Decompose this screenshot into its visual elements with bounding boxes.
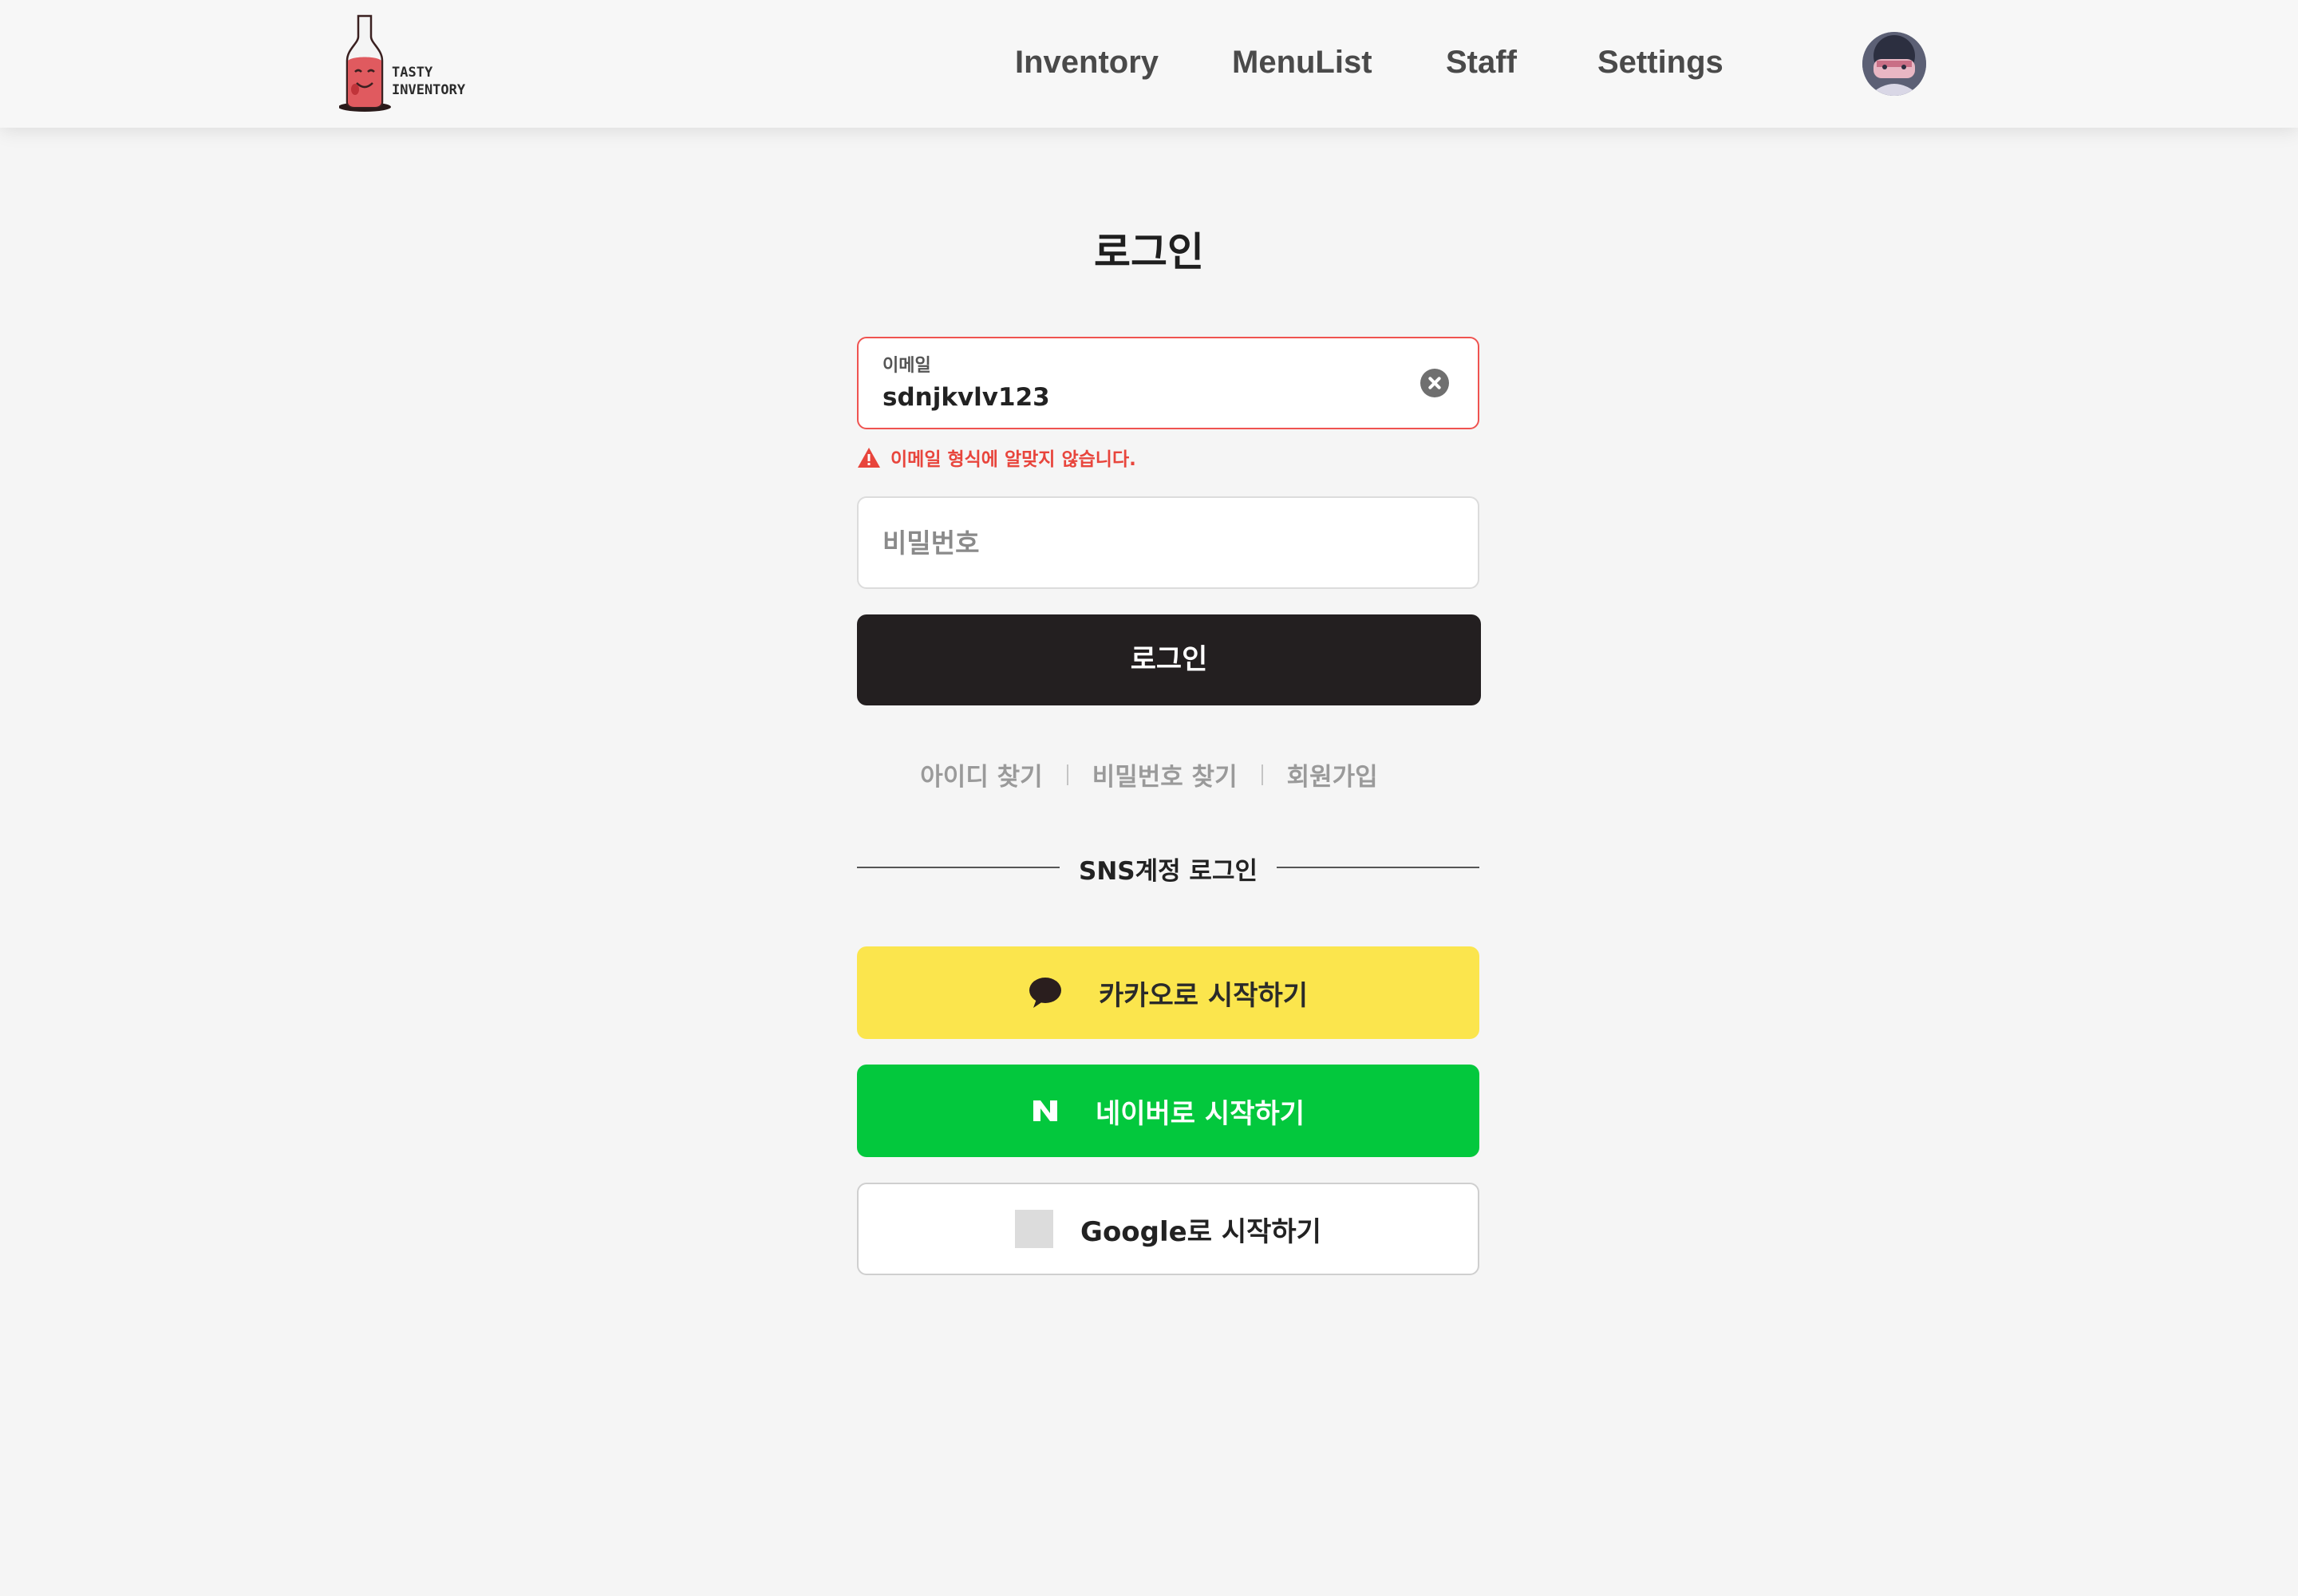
- sns-divider-label: SNS계정 로그인: [1079, 857, 1258, 886]
- naver-login-button[interactable]: 네이버로 시작하기: [857, 1065, 1479, 1157]
- email-field[interactable]: 이메일 sdnjkvlv123: [857, 337, 1479, 429]
- google-login-button[interactable]: Google로 시작하기: [857, 1183, 1479, 1275]
- login-button[interactable]: 로그인: [857, 614, 1481, 705]
- naver-n-icon: [1032, 1099, 1059, 1123]
- nav-inventory[interactable]: Inventory: [1015, 45, 1159, 81]
- logo-text-line1: TASTY: [392, 65, 433, 81]
- email-error-message: 이메일 형식에 알맞지 않습니다.: [857, 444, 1136, 471]
- nav-menulist[interactable]: MenuList: [1232, 45, 1372, 81]
- logo-text: TASTY INVENTORY: [392, 64, 465, 99]
- divider-line-right: [1277, 867, 1479, 868]
- google-login-label: Google로 시작하기: [1080, 1215, 1321, 1248]
- link-separator: [1066, 764, 1068, 785]
- naver-login-label: 네이버로 시작하기: [1095, 1097, 1305, 1130]
- google-icon: [1015, 1210, 1054, 1248]
- find-id-link[interactable]: 아이디 찾기: [920, 757, 1042, 792]
- signup-link[interactable]: 회원가입: [1287, 757, 1378, 792]
- kakao-login-label: 카카오로 시작하기: [1098, 979, 1309, 1012]
- clear-icon[interactable]: [1420, 369, 1449, 397]
- kakao-chat-icon: [1029, 977, 1062, 1009]
- email-input[interactable]: sdnjkvlv123: [882, 383, 1393, 412]
- kakao-login-button[interactable]: 카카오로 시작하기: [857, 946, 1479, 1039]
- find-password-link[interactable]: 비밀번호 찾기: [1092, 757, 1238, 792]
- avatar[interactable]: [1862, 32, 1926, 96]
- tasty-inventory-logo[interactable]: TASTY INVENTORY: [339, 14, 475, 113]
- nav-settings[interactable]: Settings: [1597, 45, 1724, 81]
- sns-divider: SNS계정 로그인: [857, 846, 1479, 887]
- logo-text-line2: INVENTORY: [392, 82, 466, 98]
- link-separator: [1261, 764, 1263, 785]
- password-input[interactable]: [882, 498, 1441, 587]
- avatar-image: [1862, 32, 1926, 96]
- warning-icon: [858, 447, 880, 468]
- bottle-logo-icon: [339, 14, 391, 112]
- password-field[interactable]: [857, 496, 1479, 589]
- email-label: 이메일: [882, 356, 931, 376]
- nav-staff[interactable]: Staff: [1446, 45, 1517, 81]
- top-header: TASTY INVENTORY Inventory MenuList Staff…: [0, 0, 2298, 128]
- email-error-text: 이메일 형식에 알맞지 않습니다.: [890, 449, 1136, 470]
- account-links: 아이디 찾기 비밀번호 찾기 회원가입: [0, 757, 2298, 792]
- page-title: 로그인: [1094, 229, 1204, 275]
